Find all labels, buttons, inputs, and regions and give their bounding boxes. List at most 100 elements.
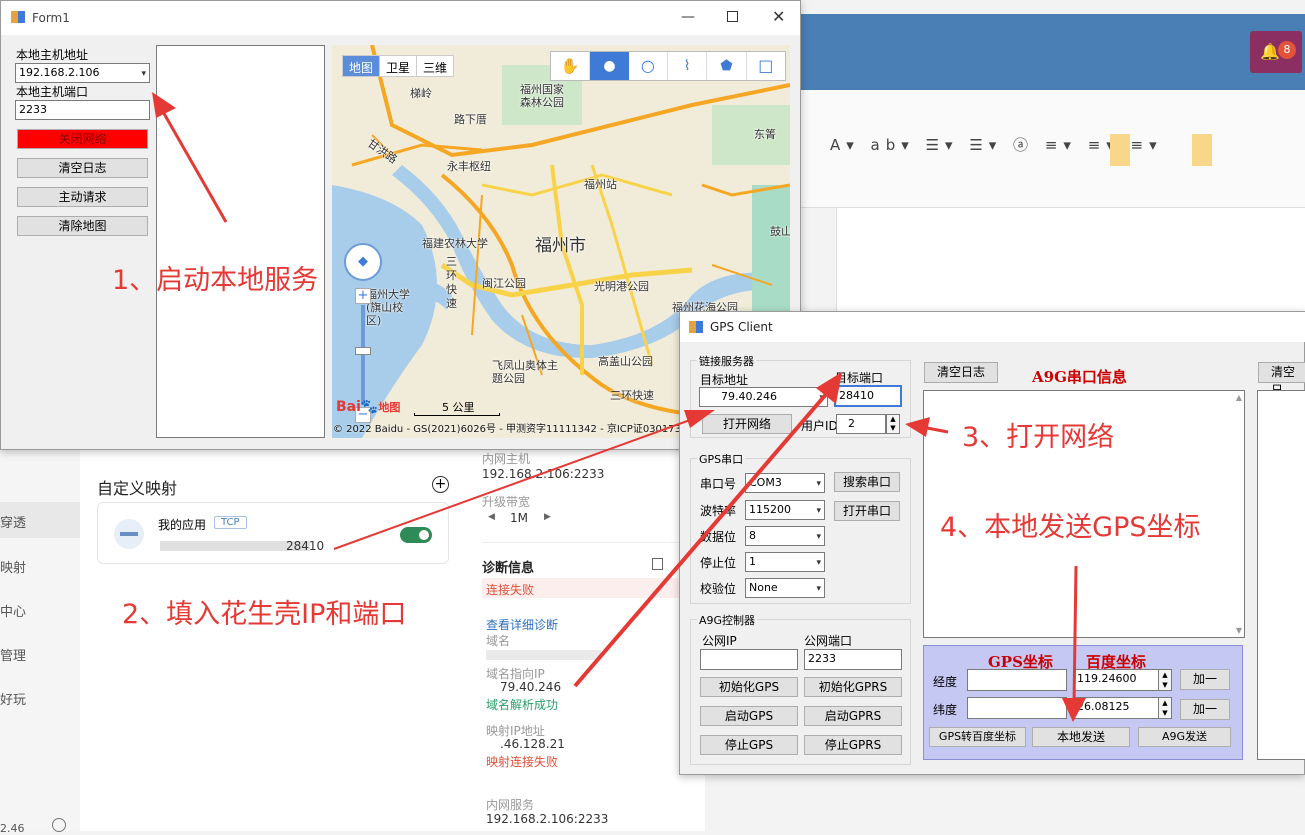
rectangle-icon[interactable]: □ [747, 52, 785, 80]
map-label-dongjing: 东箐 [754, 128, 776, 141]
gps-lat-input[interactable] [967, 697, 1067, 719]
search-serial-button[interactable]: 搜索串口 [834, 472, 900, 492]
local-send-button[interactable]: 本地发送 [1032, 727, 1130, 747]
close-network-button[interactable]: 关闭网络 [17, 129, 148, 149]
form1-titlebar[interactable]: Form1 — ✕ [1, 1, 800, 35]
lng-add-button[interactable]: 加一 [1180, 669, 1230, 690]
clear-right-button[interactable]: 清空日 [1258, 362, 1305, 397]
lat-spinner[interactable]: ▲ ▼ [1158, 697, 1172, 719]
public-ip-input[interactable] [700, 649, 798, 670]
sidebar-item-3[interactable]: 管理 [0, 645, 26, 664]
stop-bits-combo[interactable]: 1 ▾ [745, 552, 825, 572]
a9g-send-button[interactable]: A9G发送 [1138, 727, 1231, 747]
form1-app-icon [11, 11, 25, 23]
diag-divider [482, 542, 692, 543]
stop-gprs-button[interactable]: 停止GPRS [804, 735, 902, 755]
sidebar-item-4[interactable]: 好玩 [0, 689, 26, 708]
mapping-toggle[interactable] [400, 527, 432, 543]
sidebar-item-1[interactable]: 映射 [0, 557, 26, 576]
lat-add-button[interactable]: 加一 [1180, 699, 1230, 720]
notification-button[interactable]: 🔔 8 [1250, 31, 1302, 73]
scroll-up-icon[interactable]: ▲ [1236, 393, 1242, 402]
baidu-lng-input[interactable]: 119.24600 [1073, 669, 1159, 691]
gps-lng-input[interactable] [967, 669, 1067, 691]
request-button[interactable]: 主动请求 [17, 187, 148, 207]
pan-control[interactable]: ◆ [344, 243, 382, 281]
com-value: COM3 [749, 476, 782, 489]
clear-map-button[interactable]: 清除地图 [17, 216, 148, 236]
user-id-input[interactable]: 2 [836, 414, 886, 434]
log-textbox[interactable] [156, 45, 325, 438]
info-column: 内网主机 192.168.2.106:2233 升级带宽 1M ◀ ▶ 诊断信息… [470, 450, 705, 831]
add-mapping-icon[interactable]: + [432, 476, 449, 493]
top-blue-header [800, 14, 1305, 90]
maximize-icon[interactable] [727, 11, 738, 22]
baidu-lat-input[interactable]: 26.08125 [1073, 697, 1159, 719]
polyline-icon[interactable]: ⌇ [668, 52, 708, 80]
settings-icon[interactable] [52, 818, 66, 832]
hand-icon[interactable]: ✋ [551, 52, 591, 80]
map-label-tiling: 梯岭 [410, 87, 432, 100]
diag-link[interactable]: 查看详细诊断 [486, 616, 558, 633]
init-gprs-button[interactable]: 初始化GPRS [804, 677, 902, 697]
rtl-button[interactable] [1110, 134, 1130, 166]
bandwidth-value: 1M [510, 511, 528, 525]
start-gps-button[interactable]: 启动GPS [700, 706, 798, 726]
data-bits-combo[interactable]: 8 ▾ [745, 526, 825, 546]
close-icon[interactable]: ✕ [772, 7, 785, 26]
annotation-step2: 2、填入花生壳IP和端口 [122, 599, 407, 630]
circle-icon[interactable]: ○ [629, 52, 668, 80]
convert-button[interactable]: GPS转百度坐标 [929, 727, 1026, 747]
map-label-gushan: 鼓山 [770, 225, 790, 238]
target-port-input[interactable]: 28410 [834, 385, 902, 407]
scroll-down-icon[interactable]: ▼ [1236, 626, 1242, 635]
serial-info-title: A9G串口信息 [1032, 368, 1127, 386]
tab-map[interactable]: 地图 [343, 56, 380, 76]
user-id-spinner[interactable]: ▲ ▼ [886, 414, 900, 434]
zoom-handle[interactable] [355, 347, 371, 355]
mapping-card[interactable]: 我的应用 TCP 28410 [97, 502, 449, 564]
init-gps-button[interactable]: 初始化GPS [700, 677, 798, 697]
host-value: 192.168.2.106 [19, 66, 100, 79]
stop-gps-button[interactable]: 停止GPS [700, 735, 798, 755]
map-label-fuzhou-station: 福州站 [584, 178, 617, 191]
open-network-button[interactable]: 打开网络 [702, 414, 792, 434]
com-combo[interactable]: COM3 ▾ [745, 473, 825, 493]
gps-titlebar[interactable]: GPS Client [680, 312, 1305, 342]
sidebar-item-2[interactable]: 中心 [0, 601, 26, 620]
host-combo[interactable]: 192.168.2.106 ▾ [15, 63, 150, 83]
marker-icon[interactable]: ● [590, 52, 629, 80]
clear-log-button[interactable]: 清空日志 [17, 158, 148, 178]
parity-combo[interactable]: None ▾ [745, 578, 825, 598]
tab-3d[interactable]: 三维 [416, 56, 453, 76]
map-label-fzu: 福州大学(旗山校区) [366, 288, 410, 327]
zoom-in-button[interactable]: + [355, 288, 371, 304]
zoom-slider[interactable] [361, 305, 365, 405]
map-label-yongfeng: 永丰枢纽 [447, 160, 491, 173]
right-textbox[interactable] [1257, 390, 1305, 760]
open-serial-button[interactable]: 打开串口 [834, 501, 900, 521]
start-gprs-button[interactable]: 启动GPRS [804, 706, 902, 726]
minimize-icon[interactable]: — [681, 9, 695, 25]
annotation-step3: 3、打开网络 [962, 422, 1115, 453]
baud-combo[interactable]: 115200 ▾ [745, 500, 825, 520]
port-input[interactable]: 2233 [15, 100, 150, 120]
align-left-button[interactable] [1192, 134, 1212, 166]
sidebar-item-0[interactable]: 穿透 [0, 512, 26, 531]
bandwidth-right-arrow[interactable]: ▶ [544, 512, 551, 522]
bandwidth-left-arrow[interactable]: ◀ [488, 512, 495, 522]
lng-spinner[interactable]: ▲ ▼ [1158, 669, 1172, 691]
draw-toolbar: ✋ ● ○ ⌇ ⬟ □ [550, 51, 786, 81]
target-addr-combo[interactable]: 79.40.246 ▾ [699, 387, 828, 407]
gps-clear-log-button[interactable]: 清空日志 [924, 362, 998, 383]
chevron-down-icon: ▾ [816, 506, 821, 516]
inner-service-label: 内网服务 [486, 798, 535, 812]
user-id-value: 2 [848, 417, 855, 430]
tab-satellite[interactable]: 卫星 [379, 56, 416, 76]
public-port-input[interactable]: 2233 [804, 649, 902, 670]
polygon-icon[interactable]: ⬟ [707, 52, 747, 80]
lng-label: 经度 [933, 675, 958, 689]
editor-page[interactable] [836, 208, 1305, 313]
copy-icon[interactable] [652, 558, 663, 570]
map-label-guangming-park: 光明港公园 [594, 280, 649, 293]
